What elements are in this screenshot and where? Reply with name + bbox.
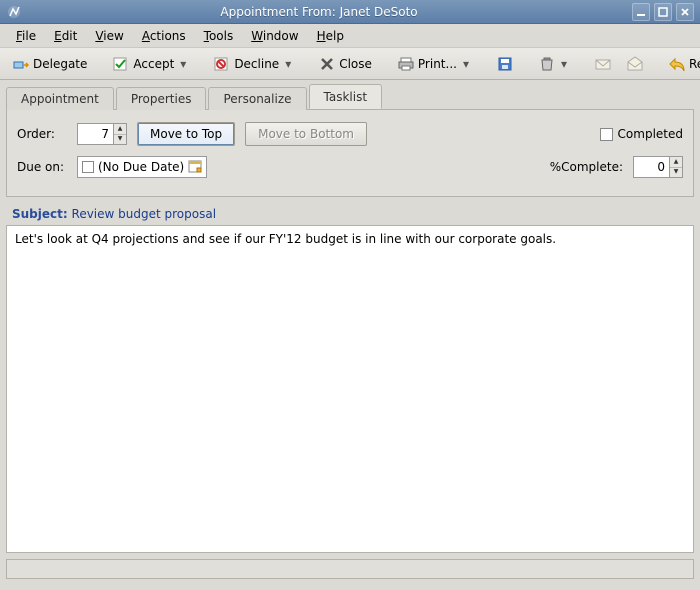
minimize-button[interactable] [632, 3, 650, 21]
decline-button[interactable]: Decline ▾ [207, 51, 300, 77]
menu-actions[interactable]: Actions [134, 27, 194, 45]
tab-tasklist[interactable]: Tasklist [309, 84, 383, 109]
menu-bar: File Edit View Actions Tools Window Help [0, 24, 700, 48]
order-stepper[interactable]: ▲ ▼ [77, 123, 127, 145]
checkbox-box-icon [82, 161, 94, 173]
delegate-label: Delegate [33, 57, 87, 71]
decline-icon [214, 56, 230, 72]
reply-icon [669, 56, 685, 72]
envelope-icon [595, 56, 611, 72]
tasklist-panel: Order: ▲ ▼ Move to Top Move to Bottom Co… [6, 109, 694, 197]
order-input[interactable] [77, 123, 113, 145]
due-date-value: (No Due Date) [98, 160, 184, 174]
accept-button[interactable]: Accept ▾ [106, 51, 195, 77]
move-to-top-button[interactable]: Move to Top [137, 122, 235, 146]
tab-strip: Appointment Properties Personalize Taskl… [0, 80, 700, 109]
print-icon [398, 56, 414, 72]
menu-window[interactable]: Window [243, 27, 306, 45]
save-icon [497, 56, 513, 72]
status-bar [6, 559, 694, 579]
menu-edit[interactable]: Edit [46, 27, 85, 45]
dropdown-icon[interactable]: ▾ [178, 57, 188, 71]
body-pane[interactable]: Let's look at Q4 projections and see if … [6, 225, 694, 553]
print-label: Print... [418, 57, 457, 71]
menu-view[interactable]: View [87, 27, 131, 45]
trash-icon [539, 56, 555, 72]
stepper-up-icon[interactable]: ▲ [670, 157, 682, 168]
reply-label: Reply [689, 57, 700, 71]
decline-label: Decline [234, 57, 279, 71]
window-title: Appointment From: Janet DeSoto [6, 5, 632, 19]
trash-button[interactable]: ▾ [532, 51, 576, 77]
dropdown-icon[interactable]: ▾ [559, 57, 569, 71]
checkbox-box-icon [600, 128, 613, 141]
maximize-button[interactable] [654, 3, 672, 21]
close-window-button[interactable] [676, 3, 694, 21]
menu-file[interactable]: File [8, 27, 44, 45]
accept-icon [113, 56, 129, 72]
percent-complete-label: %Complete: [550, 160, 623, 174]
completed-label: Completed [618, 127, 683, 141]
address-button[interactable] [588, 51, 618, 77]
toolbar: Delegate Accept ▾ Decline ▾ Close Print.… [0, 48, 700, 80]
tab-personalize[interactable]: Personalize [208, 87, 306, 110]
percent-complete-input[interactable] [633, 156, 669, 178]
subject-label: Subject: [12, 207, 68, 221]
menu-tools[interactable]: Tools [196, 27, 242, 45]
title-bar: Appointment From: Janet DeSoto [0, 0, 700, 24]
calendar-icon[interactable] [188, 159, 202, 176]
read-button[interactable] [620, 51, 650, 77]
reply-button[interactable]: Reply ▾ [662, 51, 700, 77]
delegate-icon [13, 56, 29, 72]
stepper-down-icon[interactable]: ▼ [114, 135, 126, 145]
stepper-down-icon[interactable]: ▼ [670, 168, 682, 178]
save-button[interactable] [490, 51, 520, 77]
percent-complete-stepper[interactable]: ▲ ▼ [633, 156, 683, 178]
due-date-field[interactable]: (No Due Date) [77, 156, 207, 178]
tab-appointment[interactable]: Appointment [6, 87, 114, 110]
envelope-open-icon [627, 56, 643, 72]
close-button[interactable]: Close [312, 51, 379, 77]
completed-checkbox[interactable]: Completed [600, 127, 683, 141]
due-on-label: Due on: [17, 160, 67, 174]
dropdown-icon[interactable]: ▾ [283, 57, 293, 71]
window-controls [632, 3, 694, 21]
subject-bar: Subject: Review budget proposal [6, 203, 694, 225]
body-text: Let's look at Q4 projections and see if … [15, 232, 556, 246]
stepper-up-icon[interactable]: ▲ [114, 124, 126, 135]
accept-label: Accept [133, 57, 174, 71]
delegate-button[interactable]: Delegate [6, 51, 94, 77]
dropdown-icon[interactable]: ▾ [461, 57, 471, 71]
subject-value: Review budget proposal [72, 207, 217, 221]
print-button[interactable]: Print... ▾ [391, 51, 478, 77]
close-label: Close [339, 57, 372, 71]
close-icon [319, 56, 335, 72]
tab-properties[interactable]: Properties [116, 87, 207, 110]
move-to-bottom-button[interactable]: Move to Bottom [245, 122, 367, 146]
menu-help[interactable]: Help [309, 27, 352, 45]
order-label: Order: [17, 127, 67, 141]
